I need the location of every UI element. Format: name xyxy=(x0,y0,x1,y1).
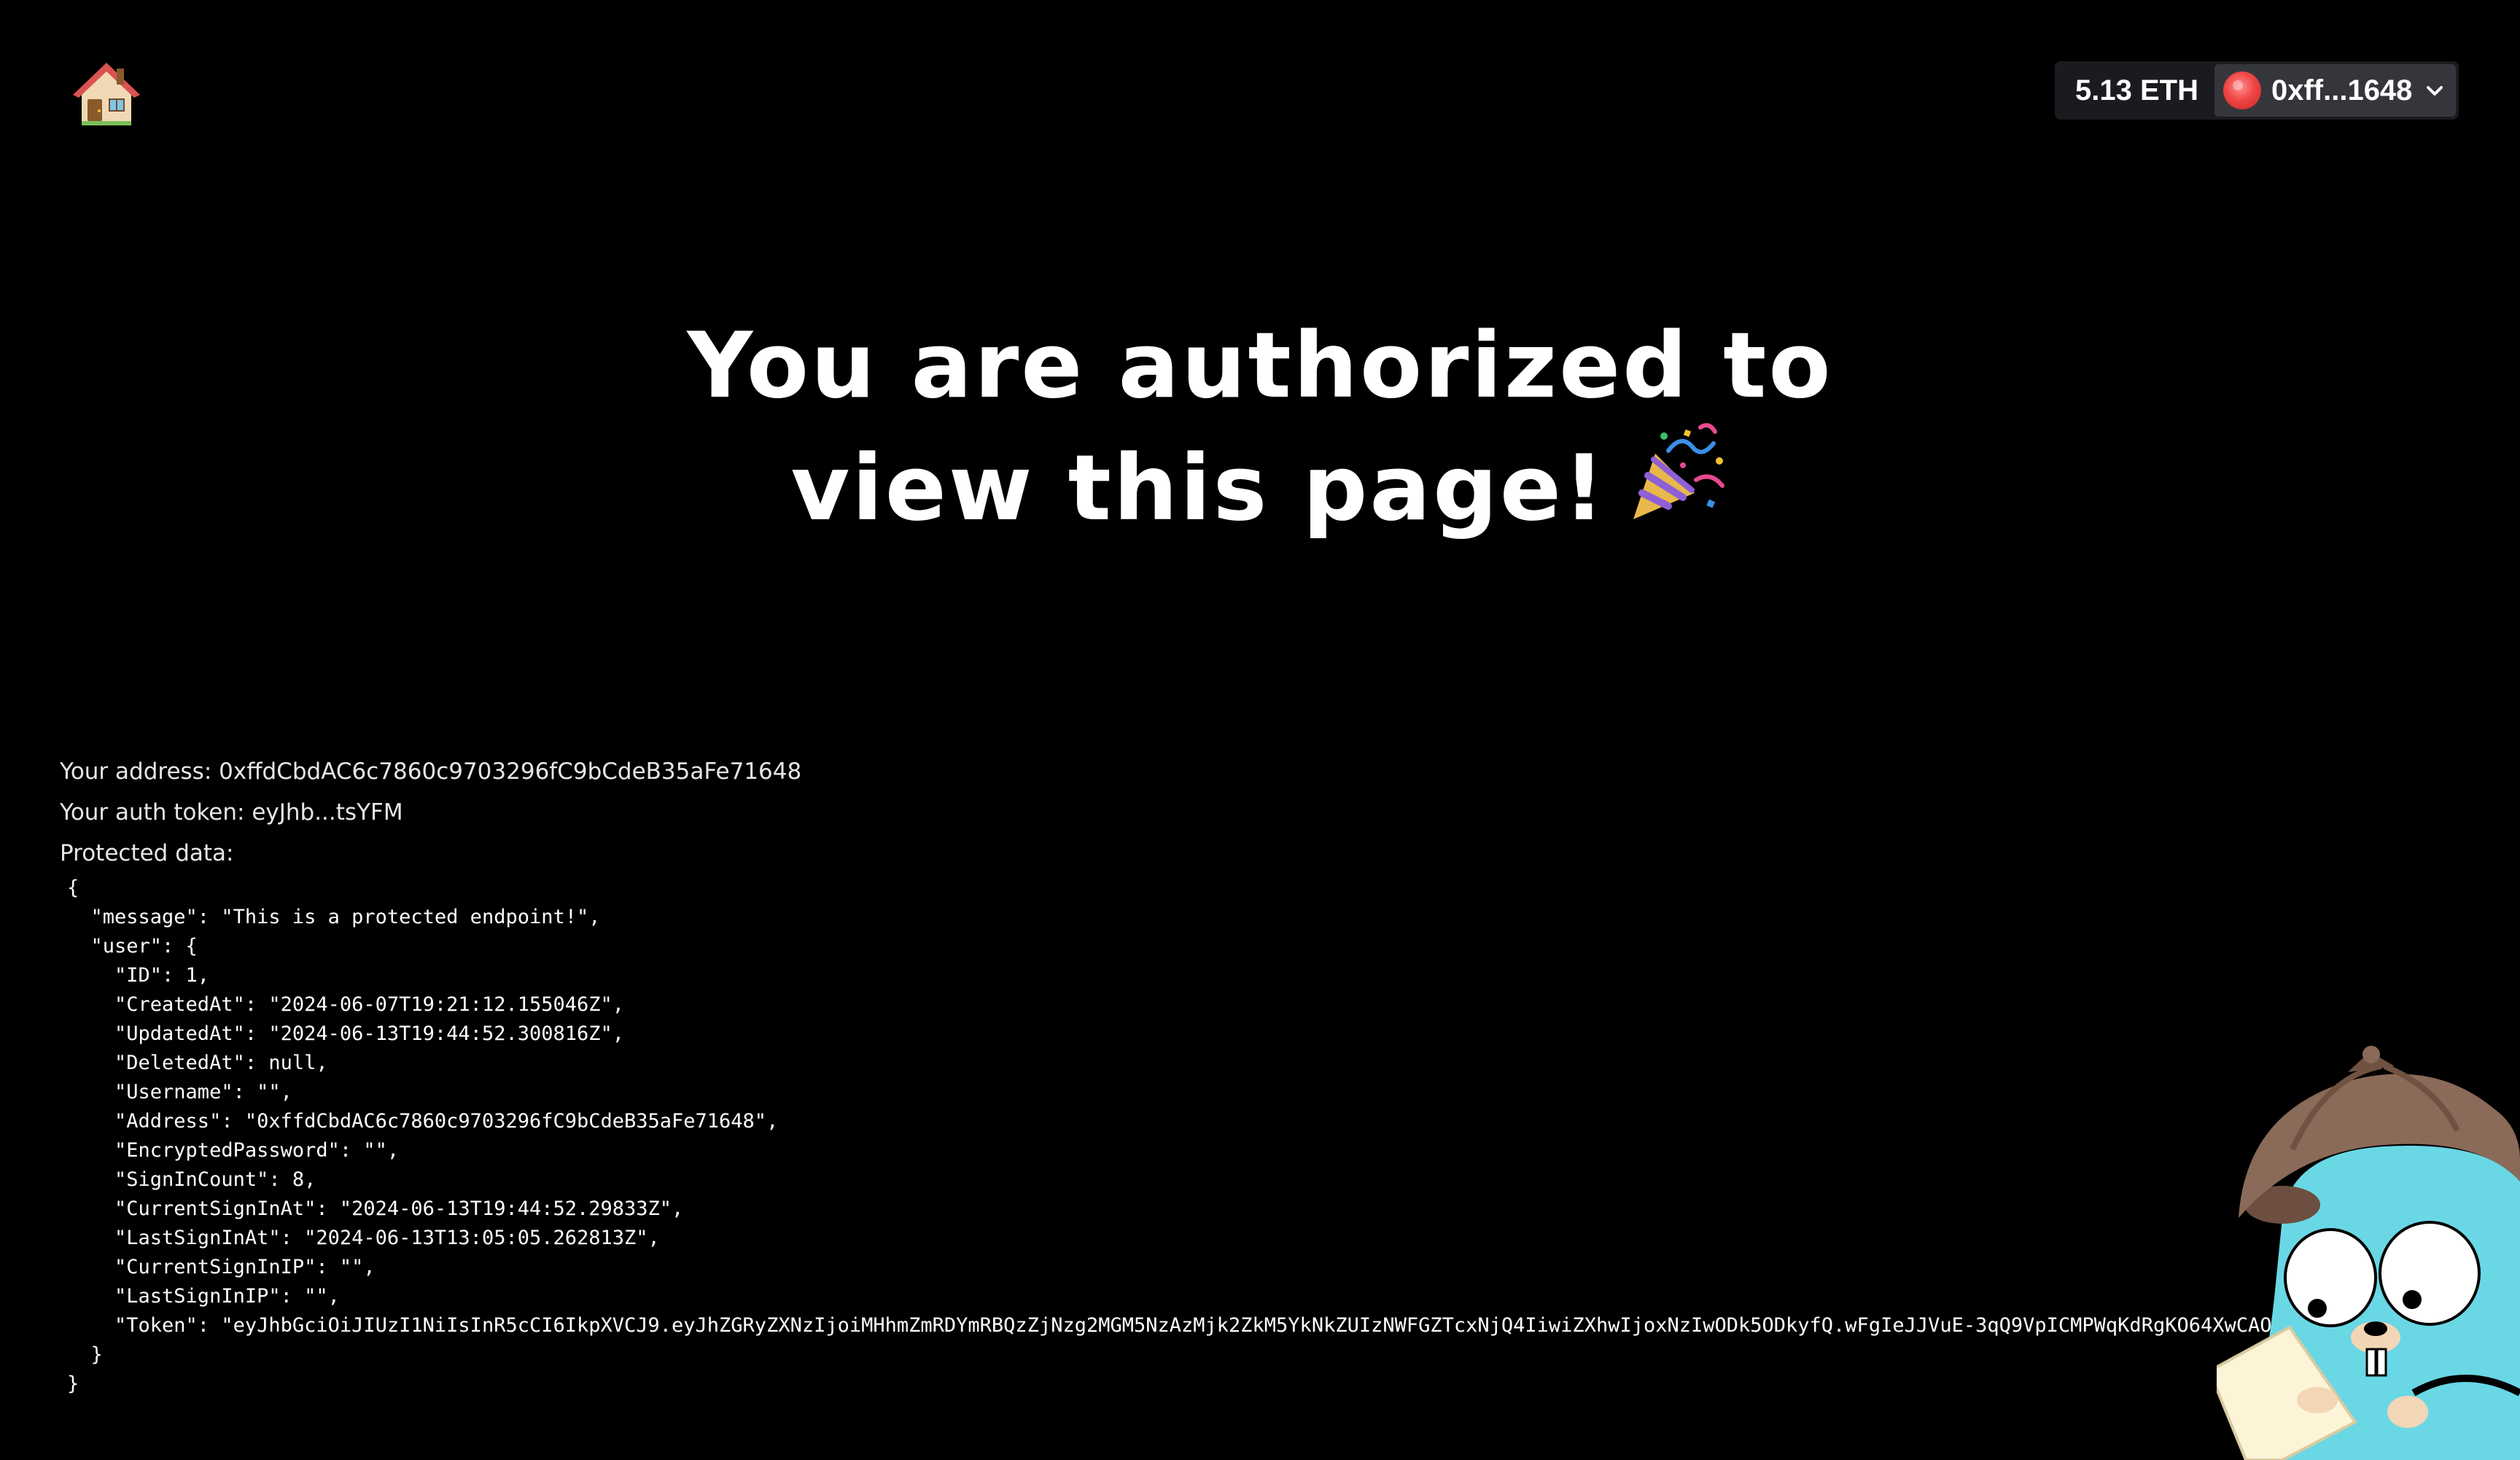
title-line-1: You are authorized to xyxy=(687,314,1833,419)
gopher-mascot xyxy=(2217,985,2520,1460)
title-line-2: view this page! xyxy=(0,419,2520,541)
account-button[interactable]: 0xff...1648 xyxy=(2214,64,2456,117)
page: 5.13 ETH 0xff...1648 You are authorized … xyxy=(0,0,2520,1460)
protected-data-label: Protected data: xyxy=(60,840,234,866)
home-link[interactable] xyxy=(70,58,143,131)
protected-data-json: { "message": "This is a protected endpoi… xyxy=(67,877,2367,1395)
page-title: You are authorized to view this page! xyxy=(0,314,2520,541)
house-emoji-icon xyxy=(73,63,140,125)
wallet-widget: 5.13 ETH 0xff...1648 xyxy=(2055,61,2459,120)
party-popper-icon xyxy=(1633,423,1724,519)
auth-token-text: Your auth token: eyJhb...tsYFM xyxy=(60,799,403,826)
gopher-detective-icon xyxy=(2217,1046,2520,1460)
address-text: Your address: 0xffdCbdAC6c7860c9703296fC… xyxy=(60,758,802,785)
auth-info: Your address: 0xffdCbdAC6c7860c9703296fC… xyxy=(60,751,801,874)
chevron-down-icon xyxy=(2427,86,2443,96)
wallet-balance: 5.13 ETH xyxy=(2075,74,2198,106)
account-address: 0xff...1648 xyxy=(2271,74,2413,106)
title-line-2-text: view this page! xyxy=(790,436,1607,541)
avatar xyxy=(2222,71,2261,109)
